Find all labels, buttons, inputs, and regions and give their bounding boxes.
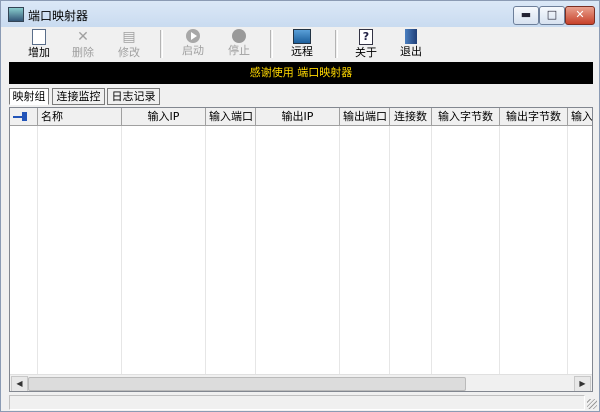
exit-door-icon xyxy=(405,29,417,44)
remote-computer-icon xyxy=(293,29,311,44)
pin-column-header[interactable] xyxy=(10,108,38,125)
delete-button[interactable]: ✕ 删除 xyxy=(61,29,105,59)
scroll-right-button[interactable]: ▶ xyxy=(574,376,591,391)
add-button[interactable]: 增加 xyxy=(17,29,61,59)
minimize-button[interactable]: ▬ xyxy=(513,6,539,25)
column-gridline xyxy=(389,126,390,376)
toolbar-separator xyxy=(335,30,338,58)
edit-label: 修改 xyxy=(118,46,140,59)
toolbar-separator xyxy=(160,30,163,58)
play-icon xyxy=(186,29,200,43)
column-header-output-bytes[interactable]: 输出字节数 xyxy=(500,108,568,125)
column-header-output-ip[interactable]: 输出IP xyxy=(256,108,340,125)
stop-button[interactable]: 停止 xyxy=(217,29,261,59)
column-header-input-more[interactable]: 输入 xyxy=(568,108,592,125)
column-gridline xyxy=(205,126,206,376)
table-header: 名称 输入IP 输入端口 输出IP 输出端口 连接数 输入字节数 输出字节数 输… xyxy=(10,108,592,126)
about-button[interactable]: ? 关于 xyxy=(344,29,388,59)
mapping-table[interactable]: 名称 输入IP 输入端口 输出IP 输出端口 连接数 输入字节数 输出字节数 输… xyxy=(9,107,593,392)
new-document-icon xyxy=(32,29,46,45)
window-title: 端口映射器 xyxy=(28,9,89,23)
remote-button[interactable]: 远程 xyxy=(280,29,324,59)
tab-mapping-groups[interactable]: 映射组 xyxy=(9,88,49,105)
status-bar xyxy=(1,393,599,411)
column-gridline xyxy=(37,126,38,376)
delete-label: 删除 xyxy=(72,46,94,59)
column-gridline xyxy=(255,126,256,376)
app-icon xyxy=(8,7,24,22)
edit-icon: ▤ xyxy=(122,29,136,45)
column-header-name[interactable]: 名称 xyxy=(38,108,122,125)
column-header-input-ip[interactable]: 输入IP xyxy=(122,108,206,125)
resize-grip[interactable] xyxy=(587,399,597,409)
column-gridline xyxy=(339,126,340,376)
column-header-output-port[interactable]: 输出端口 xyxy=(340,108,390,125)
delete-icon: ✕ xyxy=(77,29,89,45)
edit-button[interactable]: ▤ 修改 xyxy=(107,29,151,59)
close-button[interactable]: ✕ xyxy=(565,6,595,25)
pin-icon xyxy=(13,112,29,121)
column-gridline xyxy=(567,126,568,376)
toolbar-separator xyxy=(270,30,273,58)
scroll-left-button[interactable]: ◀ xyxy=(11,376,28,391)
remote-label: 远程 xyxy=(291,45,313,58)
help-icon: ? xyxy=(359,29,373,45)
column-gridline xyxy=(431,126,432,376)
exit-label: 退出 xyxy=(400,45,422,58)
scroll-thumb[interactable] xyxy=(28,377,466,391)
column-gridline xyxy=(121,126,122,376)
start-button[interactable]: 启动 xyxy=(171,29,215,59)
stop-icon xyxy=(232,29,246,43)
tab-bar: 映射组 连接监控 日志记录 xyxy=(9,87,593,105)
exit-button[interactable]: 退出 xyxy=(389,29,433,59)
about-label: 关于 xyxy=(355,46,377,59)
column-gridline xyxy=(499,126,500,376)
column-header-input-port[interactable]: 输入端口 xyxy=(206,108,256,125)
toolbar: 增加 ✕ 删除 ▤ 修改 启动 停止 远程 ? 关于 退出 xyxy=(3,28,597,60)
horizontal-scrollbar[interactable]: ◀ ▶ xyxy=(10,374,592,391)
stop-label: 停止 xyxy=(228,44,250,57)
title-bar[interactable]: 端口映射器 ▬ □ ✕ xyxy=(1,1,599,27)
column-header-input-bytes[interactable]: 输入字节数 xyxy=(432,108,500,125)
add-label: 增加 xyxy=(28,46,50,59)
column-header-connections[interactable]: 连接数 xyxy=(390,108,432,125)
tab-connection-monitor[interactable]: 连接监控 xyxy=(52,88,105,105)
tab-log[interactable]: 日志记录 xyxy=(107,88,160,105)
start-label: 启动 xyxy=(182,44,204,57)
status-panel xyxy=(9,395,585,410)
welcome-banner: 感谢使用 端口映射器 xyxy=(9,62,593,84)
main-window: 端口映射器 ▬ □ ✕ 增加 ✕ 删除 ▤ 修改 启动 停止 远程 ? 关于 退… xyxy=(0,0,600,412)
maximize-button[interactable]: □ xyxy=(539,6,565,25)
